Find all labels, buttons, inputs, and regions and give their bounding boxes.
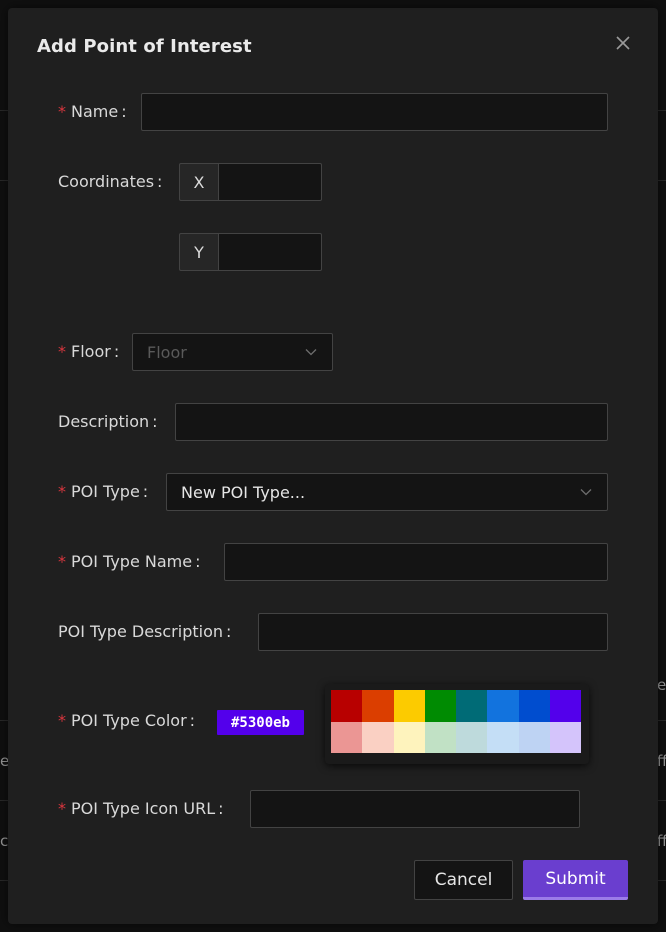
poi-type-name-label-text: POI Type Name: [71, 552, 193, 571]
required-mark: *: [58, 482, 66, 501]
name-label: * Name:: [58, 102, 127, 121]
required-mark: *: [58, 102, 66, 121]
label-colon: :: [142, 482, 149, 501]
coordinates-label-text: Coordinates: [58, 172, 155, 191]
bg-text-fragment: e: [657, 676, 666, 694]
poi-type-label: * POI Type:: [58, 482, 148, 501]
poi-type-description-label: POI Type Description:: [58, 622, 231, 641]
required-mark: *: [58, 711, 66, 730]
color-swatch[interactable]: [362, 690, 394, 722]
required-mark: *: [58, 799, 66, 818]
required-mark: *: [58, 342, 66, 361]
label-colon: :: [195, 552, 201, 571]
color-swatch[interactable]: [456, 721, 488, 753]
label-colon: :: [113, 342, 120, 361]
floor-label: * Floor:: [58, 342, 119, 361]
color-swatch[interactable]: [456, 690, 488, 722]
poi-type-icon-url-input[interactable]: [250, 790, 580, 828]
poi-type-name-label: * POI Type Name:: [58, 552, 200, 571]
label-colon: :: [218, 799, 224, 818]
color-palette: [325, 684, 589, 764]
color-swatch[interactable]: [487, 690, 519, 722]
label-colon: :: [152, 412, 158, 431]
poi-type-color-label-text: POI Type Color: [71, 711, 187, 730]
label-colon: :: [226, 622, 232, 641]
color-swatch[interactable]: [424, 690, 456, 722]
floor-placeholder: Floor: [147, 342, 187, 362]
color-hex-value[interactable]: #5300eb: [217, 710, 304, 735]
name-input[interactable]: [141, 93, 608, 131]
bg-text-fragment: ff: [657, 752, 666, 770]
x-addon: X: [179, 163, 219, 201]
poi-type-description-label-text: POI Type Description: [58, 622, 224, 641]
color-swatch[interactable]: [393, 721, 425, 753]
poi-type-label-text: POI Type: [71, 482, 140, 501]
color-swatch[interactable]: [393, 690, 425, 722]
poi-type-icon-url-label-text: POI Type Icon URL: [71, 799, 216, 818]
poi-type-icon-url-label: * POI Type Icon URL:: [58, 799, 224, 818]
color-swatch[interactable]: [487, 721, 519, 753]
y-addon: Y: [179, 233, 219, 271]
coordinate-x-input[interactable]: [218, 163, 322, 201]
label-colon: :: [189, 711, 196, 730]
coordinates-label: Coordinates:: [58, 172, 162, 191]
submit-button[interactable]: Submit: [523, 860, 628, 900]
add-poi-modal: Add Point of Interest * Name: Coordinates…: [8, 8, 658, 924]
coordinate-y-input[interactable]: [218, 233, 322, 271]
floor-select[interactable]: Floor: [132, 333, 333, 371]
poi-type-description-input[interactable]: [258, 613, 608, 651]
color-swatch[interactable]: [549, 721, 581, 753]
modal-title: Add Point of Interest: [37, 36, 252, 57]
color-swatch[interactable]: [362, 721, 394, 753]
poi-type-name-input[interactable]: [224, 543, 608, 581]
close-icon: [616, 36, 630, 50]
color-swatch[interactable]: [549, 690, 581, 722]
color-swatches: [331, 690, 581, 753]
floor-label-text: Floor: [71, 342, 111, 361]
color-swatch[interactable]: [331, 721, 363, 753]
label-colon: :: [157, 172, 163, 191]
color-swatch[interactable]: [518, 721, 550, 753]
color-swatch[interactable]: [331, 690, 363, 722]
close-button[interactable]: [612, 32, 634, 54]
name-label-text: Name: [71, 102, 119, 121]
cancel-button[interactable]: Cancel: [414, 860, 513, 900]
chevron-down-icon: [305, 349, 317, 356]
description-label-text: Description: [58, 412, 150, 431]
color-swatch[interactable]: [424, 721, 456, 753]
poi-type-select[interactable]: New POI Type...: [166, 473, 608, 511]
bg-text-fragment: ff: [657, 832, 666, 850]
color-swatch[interactable]: [518, 690, 550, 722]
label-colon: :: [121, 102, 127, 121]
required-mark: *: [58, 552, 66, 571]
chevron-down-icon: [580, 489, 592, 496]
description-input[interactable]: [175, 403, 608, 441]
poi-type-color-label: * POI Type Color:: [58, 711, 195, 730]
description-label: Description:: [58, 412, 158, 431]
poi-type-selected-value: New POI Type...: [181, 482, 306, 502]
